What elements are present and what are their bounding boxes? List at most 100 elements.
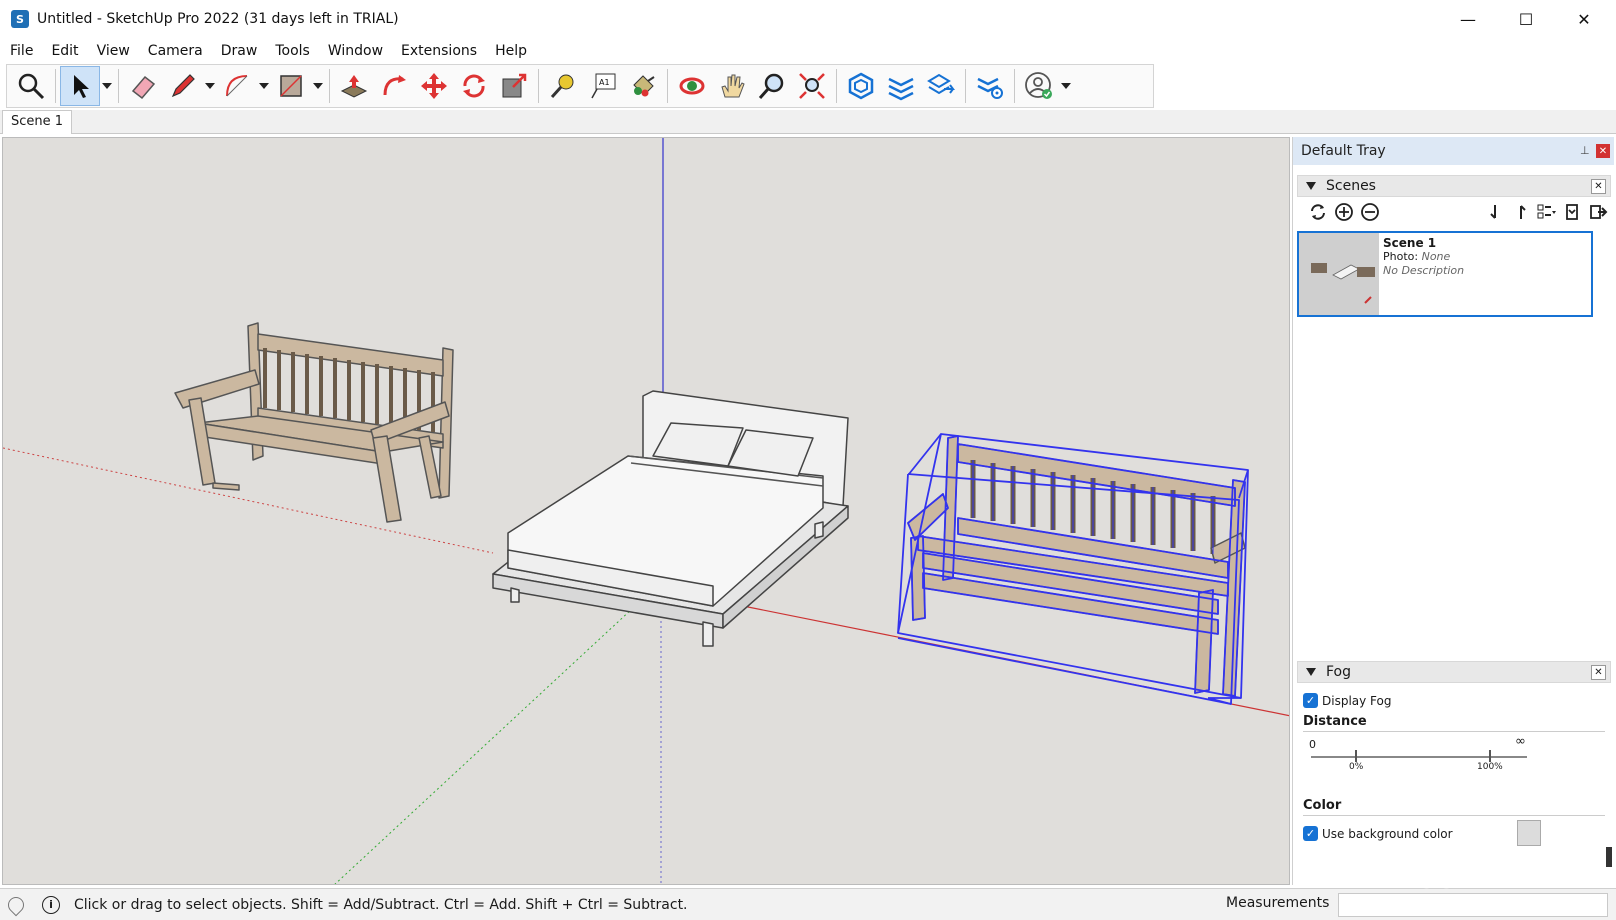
- main-toolbar: A1: [6, 64, 1154, 108]
- collapse-caret-icon[interactable]: [1306, 668, 1316, 676]
- scene-card-scene-1[interactable]: Scene 1 Photo: None No Description: [1297, 231, 1593, 317]
- paint-bucket-tool-button[interactable]: [623, 66, 663, 106]
- follow-me-tool-button[interactable]: [374, 66, 414, 106]
- toolbar-separator: [1014, 69, 1015, 103]
- measurements-label: Measurements: [1226, 895, 1330, 911]
- scale-tool-button[interactable]: [494, 66, 534, 106]
- arc-tool-button[interactable]: [217, 66, 257, 106]
- fog-panel-title: Fog: [1326, 664, 1352, 680]
- end-slider-handle[interactable]: [1489, 750, 1491, 762]
- menu-camera[interactable]: Camera: [142, 38, 209, 64]
- move-scene-down-button[interactable]: [1482, 200, 1508, 224]
- expand-panel-button[interactable]: [1585, 200, 1611, 224]
- bed-model[interactable]: [492, 390, 849, 647]
- menu-edit[interactable]: Edit: [45, 38, 84, 64]
- measurements-input[interactable]: [1338, 893, 1608, 917]
- tray-scrollbar-thumb[interactable]: [1606, 847, 1612, 867]
- account-button[interactable]: [1019, 66, 1059, 106]
- softpedia-watermark: SOFTPEDIA: [1418, 866, 1579, 894]
- pan-tool-button[interactable]: [712, 66, 752, 106]
- search-tool-button[interactable]: [11, 66, 51, 106]
- arc-tool-dropdown[interactable]: [257, 66, 271, 106]
- use-background-color-checkbox[interactable]: ✓: [1303, 826, 1318, 841]
- menu-extensions[interactable]: Extensions: [395, 38, 483, 64]
- show-details-button[interactable]: [1559, 200, 1585, 224]
- menu-tools[interactable]: Tools: [269, 38, 316, 64]
- update-scene-button[interactable]: [1305, 200, 1331, 224]
- select-tool-button[interactable]: [60, 66, 100, 106]
- menu-draw[interactable]: Draw: [215, 38, 264, 64]
- shape-tool-dropdown[interactable]: [311, 66, 325, 106]
- zoom-extents-tool-button[interactable]: [792, 66, 832, 106]
- push-pull-icon: [340, 75, 368, 98]
- scene-description: No Description: [1383, 264, 1465, 277]
- scene-name: Scene 1: [1383, 236, 1437, 250]
- scene-photo-row: Photo: None: [1383, 250, 1464, 264]
- end-percent-label: 100%: [1477, 762, 1503, 772]
- viewport-canvas: [3, 138, 1289, 884]
- zoom-tool-button[interactable]: [752, 66, 792, 106]
- scene-thumbnail-image: [1299, 233, 1379, 315]
- minimize-button[interactable]: —: [1440, 0, 1496, 38]
- paint-bucket-icon: [633, 75, 655, 97]
- extension-warehouse-button[interactable]: [881, 66, 921, 106]
- fog-distance-slider[interactable]: 0 ∞ 0% 100%: [1293, 732, 1615, 780]
- display-fog-checkbox[interactable]: ✓: [1303, 693, 1318, 708]
- rectangle-tool-button[interactable]: [271, 66, 311, 106]
- distance-min-label: 0: [1309, 738, 1316, 751]
- pin-icon[interactable]: ⊥: [1580, 144, 1592, 158]
- 3d-viewport[interactable]: [2, 137, 1290, 885]
- info-icon[interactable]: i: [42, 895, 60, 914]
- view-options-button[interactable]: [1533, 200, 1559, 224]
- close-panel-icon[interactable]: ✕: [1591, 179, 1606, 194]
- fog-color-swatch[interactable]: [1517, 820, 1541, 846]
- move-tool-button[interactable]: [414, 66, 454, 106]
- move-arrows-icon: [421, 73, 447, 99]
- eraser-tool-button[interactable]: [123, 66, 163, 106]
- push-pull-tool-button[interactable]: [334, 66, 374, 106]
- extension-manager-button[interactable]: [970, 66, 1010, 106]
- extension-warehouse-icon: [888, 77, 914, 101]
- select-tool-dropdown[interactable]: [100, 66, 114, 106]
- use-background-color-row[interactable]: ✓ Use background color: [1303, 820, 1605, 846]
- pencil-tool-button[interactable]: [163, 66, 203, 106]
- scenes-panel-header[interactable]: Scenes ✕: [1297, 175, 1611, 197]
- toolbar-separator: [55, 69, 56, 103]
- fog-panel-header[interactable]: Fog ✕: [1297, 661, 1611, 683]
- start-slider-handle[interactable]: [1355, 750, 1357, 762]
- remove-scene-button[interactable]: [1357, 200, 1383, 224]
- arc-icon: [226, 75, 248, 97]
- menu-view[interactable]: View: [91, 38, 136, 64]
- move-scene-up-button[interactable]: [1508, 200, 1534, 224]
- geolocation-icon[interactable]: [4, 893, 28, 916]
- display-fog-row[interactable]: ✓ Display Fog: [1303, 693, 1605, 708]
- scene-tab-1[interactable]: Scene 1: [2, 110, 73, 134]
- 3d-warehouse-icon: [848, 72, 874, 100]
- rotate-tool-button[interactable]: [454, 66, 494, 106]
- text-tool-button[interactable]: A1: [583, 66, 623, 106]
- close-window-button[interactable]: ✕: [1556, 0, 1612, 38]
- warehouse-button[interactable]: [841, 66, 881, 106]
- scale-icon: [502, 73, 527, 98]
- left-bench-model[interactable]: [174, 322, 454, 523]
- collapse-caret-icon[interactable]: [1306, 182, 1316, 190]
- close-panel-icon[interactable]: ✕: [1591, 665, 1606, 680]
- tape-measure-tool-button[interactable]: [543, 66, 583, 106]
- color-section-label: Color: [1303, 798, 1605, 816]
- line-tool-dropdown[interactable]: [203, 66, 217, 106]
- menu-help[interactable]: Help: [489, 38, 533, 64]
- layout-send-button[interactable]: [921, 66, 961, 106]
- add-scene-button[interactable]: [1331, 200, 1357, 224]
- account-dropdown[interactable]: [1059, 66, 1073, 106]
- photo-label: Photo:: [1383, 250, 1419, 263]
- orbit-tool-button[interactable]: [672, 66, 712, 106]
- fog-panel: Fog ✕ ✓ Display Fog Distance 0 ∞ 0% 100%…: [1293, 661, 1615, 846]
- right-bench-model-selected[interactable]: [897, 433, 1249, 705]
- menu-file[interactable]: File: [4, 38, 39, 64]
- tray-close-icon[interactable]: ✕: [1596, 144, 1610, 158]
- slider-track: [1311, 756, 1527, 758]
- maximize-button[interactable]: ☐: [1498, 0, 1554, 38]
- send-to-layout-icon: [927, 73, 955, 95]
- text-label-icon: A1: [591, 73, 616, 99]
- menu-window[interactable]: Window: [322, 38, 389, 64]
